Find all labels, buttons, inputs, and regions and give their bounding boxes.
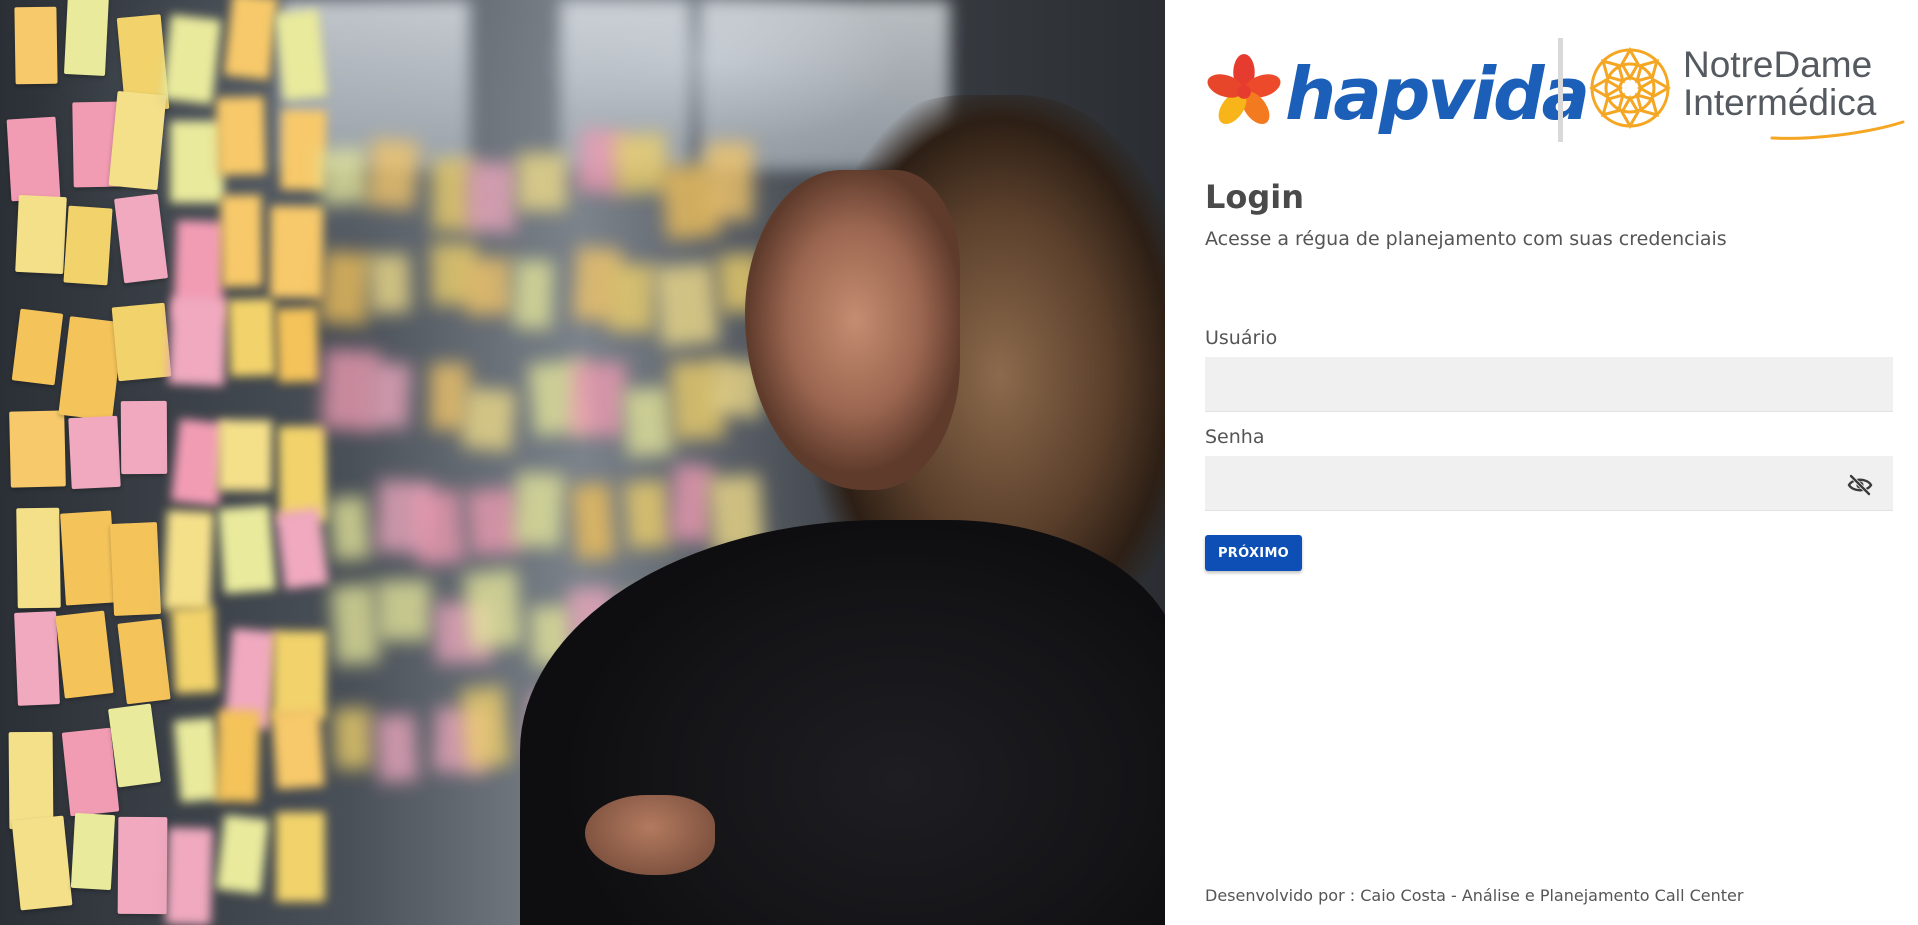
- sticky-note-blurred: [375, 713, 420, 784]
- sticky-note: [168, 297, 228, 387]
- sticky-note-blurred: [706, 142, 754, 221]
- sticky-note: [111, 302, 172, 382]
- sticky-note: [108, 90, 167, 190]
- sticky-note-blurred: [669, 464, 715, 543]
- sticky-note-blurred: [609, 263, 656, 332]
- sticky-note: [16, 508, 61, 609]
- notredame-wordmark: NotreDame Intermédica: [1683, 46, 1876, 122]
- sticky-note: [14, 6, 58, 85]
- sticky-note: [68, 416, 122, 490]
- sticky-note: [171, 605, 219, 694]
- sticky-note-blurred: [317, 147, 370, 207]
- logo-divider: [1558, 38, 1563, 142]
- notredame-swoosh-icon: [1770, 120, 1905, 140]
- sticky-note-blurred: [332, 707, 373, 771]
- sticky-note: [64, 0, 110, 77]
- sticky-note-blurred: [612, 132, 669, 196]
- sticky-note: [272, 631, 327, 721]
- sticky-note-blurred: [319, 250, 372, 326]
- hapvida-flower-icon: [1207, 53, 1281, 125]
- sticky-note: [162, 510, 215, 612]
- sticky-note-blurred: [366, 138, 421, 211]
- password-label: Senha: [1205, 426, 1265, 448]
- brand-logos: hapvida NotreDame Intermédica: [1205, 36, 1905, 146]
- page-title: Login: [1205, 178, 1305, 216]
- sticky-note-blurred: [461, 386, 518, 453]
- sticky-note: [15, 195, 67, 275]
- sticky-note: [108, 703, 162, 788]
- person-hand: [585, 795, 715, 875]
- sticky-note: [269, 205, 324, 299]
- sticky-note-blurred: [570, 482, 616, 560]
- sticky-note: [110, 521, 162, 616]
- sticky-note-blurred: [329, 583, 380, 666]
- sticky-note: [8, 731, 54, 829]
- sticky-note-blurred: [516, 152, 567, 211]
- sticky-note: [11, 308, 63, 385]
- sticky-note: [13, 611, 61, 706]
- sticky-note-blurred: [368, 361, 413, 430]
- sticky-note-blurred: [466, 161, 518, 233]
- sticky-note: [223, 0, 278, 81]
- notredame-mandala-icon: [1588, 46, 1672, 130]
- user-label: Usuário: [1205, 327, 1278, 349]
- hero-photo: [0, 0, 1165, 925]
- sticky-note-blurred: [654, 262, 719, 348]
- next-button[interactable]: PRÓXIMO: [1205, 535, 1302, 571]
- sticky-note: [8, 410, 66, 488]
- sticky-note: [275, 812, 326, 903]
- sticky-note: [215, 814, 270, 894]
- sticky-note: [12, 815, 73, 911]
- sticky-note: [277, 425, 327, 523]
- sticky-note: [117, 618, 171, 705]
- notredame-line1: NotreDame: [1683, 44, 1873, 85]
- sticky-note: [217, 419, 272, 491]
- sticky-note: [161, 14, 221, 105]
- sticky-note-blurred: [512, 471, 565, 549]
- sticky-note-blurred: [464, 256, 513, 317]
- sticky-note: [70, 812, 116, 890]
- sticky-note-blurred: [328, 494, 373, 561]
- sticky-note: [165, 827, 214, 925]
- sticky-note: [63, 205, 114, 286]
- sticky-note: [274, 9, 328, 101]
- sticky-note: [173, 717, 222, 803]
- sticky-note-blurred: [623, 479, 672, 550]
- footer-credit: Desenvolvido por : Caio Costa - Análise …: [1205, 886, 1744, 905]
- sticky-note-blurred: [376, 579, 432, 642]
- page-subtitle: Acesse a régua de planejamento com suas …: [1205, 228, 1727, 250]
- sticky-note-blurred: [512, 259, 554, 330]
- password-input[interactable]: [1205, 456, 1893, 511]
- sticky-note: [275, 306, 320, 383]
- user-input[interactable]: [1205, 357, 1893, 412]
- login-panel: hapvida NotreDame Intermédica Login Aces…: [1165, 0, 1918, 925]
- hapvida-wordmark: hapvida: [1285, 52, 1590, 136]
- sticky-note-blurred: [460, 685, 513, 770]
- sticky-note-blurred: [368, 253, 411, 314]
- sticky-note: [217, 505, 276, 594]
- sticky-note: [271, 707, 325, 790]
- sticky-note: [227, 298, 277, 377]
- eye-off-icon: [1847, 474, 1873, 496]
- sticky-note: [117, 817, 168, 915]
- sticky-note: [113, 193, 169, 283]
- sticky-note-blurred: [413, 489, 466, 566]
- sticky-note: [6, 116, 61, 203]
- sticky-note: [120, 400, 168, 474]
- sticky-note: [216, 709, 261, 803]
- notredame-line2: Intermédica: [1683, 82, 1877, 123]
- sticky-note: [60, 510, 117, 606]
- sticky-note-blurred: [462, 567, 524, 650]
- sticky-note-blurred: [622, 386, 674, 458]
- sticky-note: [220, 194, 263, 288]
- sticky-note: [55, 610, 115, 699]
- sticky-note-blurred: [569, 360, 628, 437]
- sticky-note: [216, 96, 266, 176]
- password-visibility-toggle[interactable]: [1843, 470, 1877, 500]
